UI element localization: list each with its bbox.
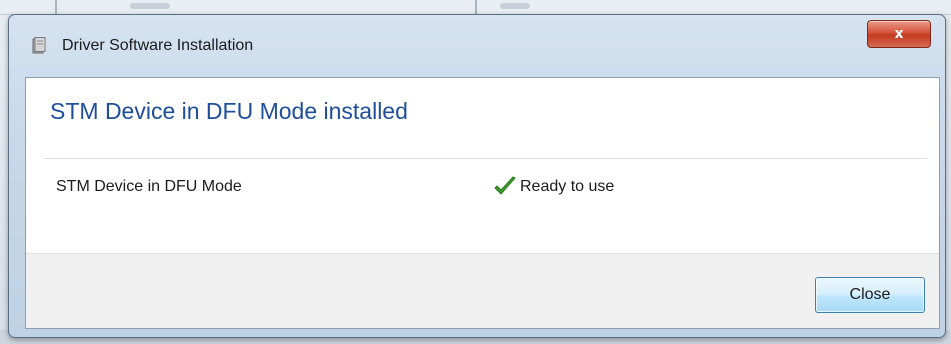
status-text: Ready to use — [520, 178, 615, 195]
title-bar[interactable]: Driver Software Installation x — [9, 15, 945, 65]
driver-installation-dialog: Driver Software Installation x STM Devic… — [8, 14, 946, 338]
driver-installer-icon — [31, 37, 47, 55]
device-name: STM Device in DFU Mode — [56, 178, 242, 195]
dialog-footer: Close — [26, 253, 939, 328]
background-blur — [130, 3, 170, 9]
close-icon: x — [894, 26, 904, 42]
checkmark-icon — [492, 174, 518, 200]
heading-divider — [44, 158, 927, 159]
dialog-content: STM Device in DFU Mode installed STM Dev… — [25, 77, 940, 329]
window-close-button[interactable]: x — [867, 20, 931, 48]
close-button[interactable]: Close — [815, 277, 925, 313]
installation-heading: STM Device in DFU Mode installed — [50, 98, 408, 124]
device-status: Ready to use — [492, 174, 614, 200]
window-title: Driver Software Installation — [62, 37, 254, 54]
background-blur — [500, 3, 530, 9]
